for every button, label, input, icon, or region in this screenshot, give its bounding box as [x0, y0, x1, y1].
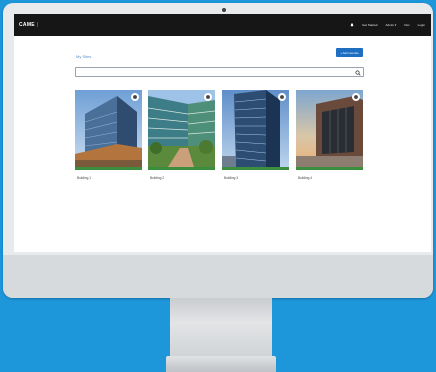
building-photo [296, 90, 363, 167]
nav-link-login[interactable]: Login [418, 23, 425, 27]
nav-link-get-started[interactable]: Get Started [362, 23, 377, 27]
site-card[interactable]: Building 2 [148, 90, 215, 180]
page-title: My Sites [76, 54, 92, 59]
site-card[interactable]: Building 1 [75, 90, 142, 180]
search-icon[interactable] [355, 69, 361, 76]
navbar: CAME | Get Started Admin ▾ Doc Login [14, 14, 431, 36]
logo-suffix: | [36, 22, 39, 28]
nav-link-admin[interactable]: Admin ▾ [385, 23, 396, 27]
add-site-button[interactable]: + Add new site [336, 48, 363, 57]
site-card[interactable]: Building 3 [222, 90, 289, 180]
favorite-icon[interactable] [352, 93, 360, 101]
logo-text: CAME [19, 22, 35, 28]
camera-icon [222, 8, 226, 12]
monitor-stand-foot [166, 356, 276, 372]
favorite-icon[interactable] [131, 93, 139, 101]
card-label[interactable]: Building 3 [224, 176, 238, 180]
nav-link-doc[interactable]: Doc [404, 23, 409, 27]
card-status-bar [148, 167, 215, 170]
card-label[interactable]: Building 4 [298, 176, 312, 180]
favorite-icon[interactable] [204, 93, 212, 101]
building-photo [75, 90, 142, 167]
card-label[interactable]: Building 1 [77, 176, 91, 180]
card-status-bar [296, 167, 363, 170]
screen: CAME | Get Started Admin ▾ Doc Login My S… [14, 14, 431, 252]
monitor-stand [170, 298, 272, 360]
building-photo [222, 90, 289, 167]
bell-icon[interactable] [350, 23, 354, 27]
site-card[interactable]: Building 4 [296, 90, 363, 180]
search-input[interactable] [75, 67, 364, 77]
logo[interactable]: CAME | [19, 22, 39, 28]
card-label[interactable]: Building 2 [150, 176, 164, 180]
nav-right: Get Started Admin ▾ Doc Login [350, 23, 425, 27]
building-photo [148, 90, 215, 167]
monitor-chin [3, 255, 433, 298]
card-status-bar [75, 167, 142, 170]
card-status-bar [222, 167, 289, 170]
favorite-icon[interactable] [278, 93, 286, 101]
